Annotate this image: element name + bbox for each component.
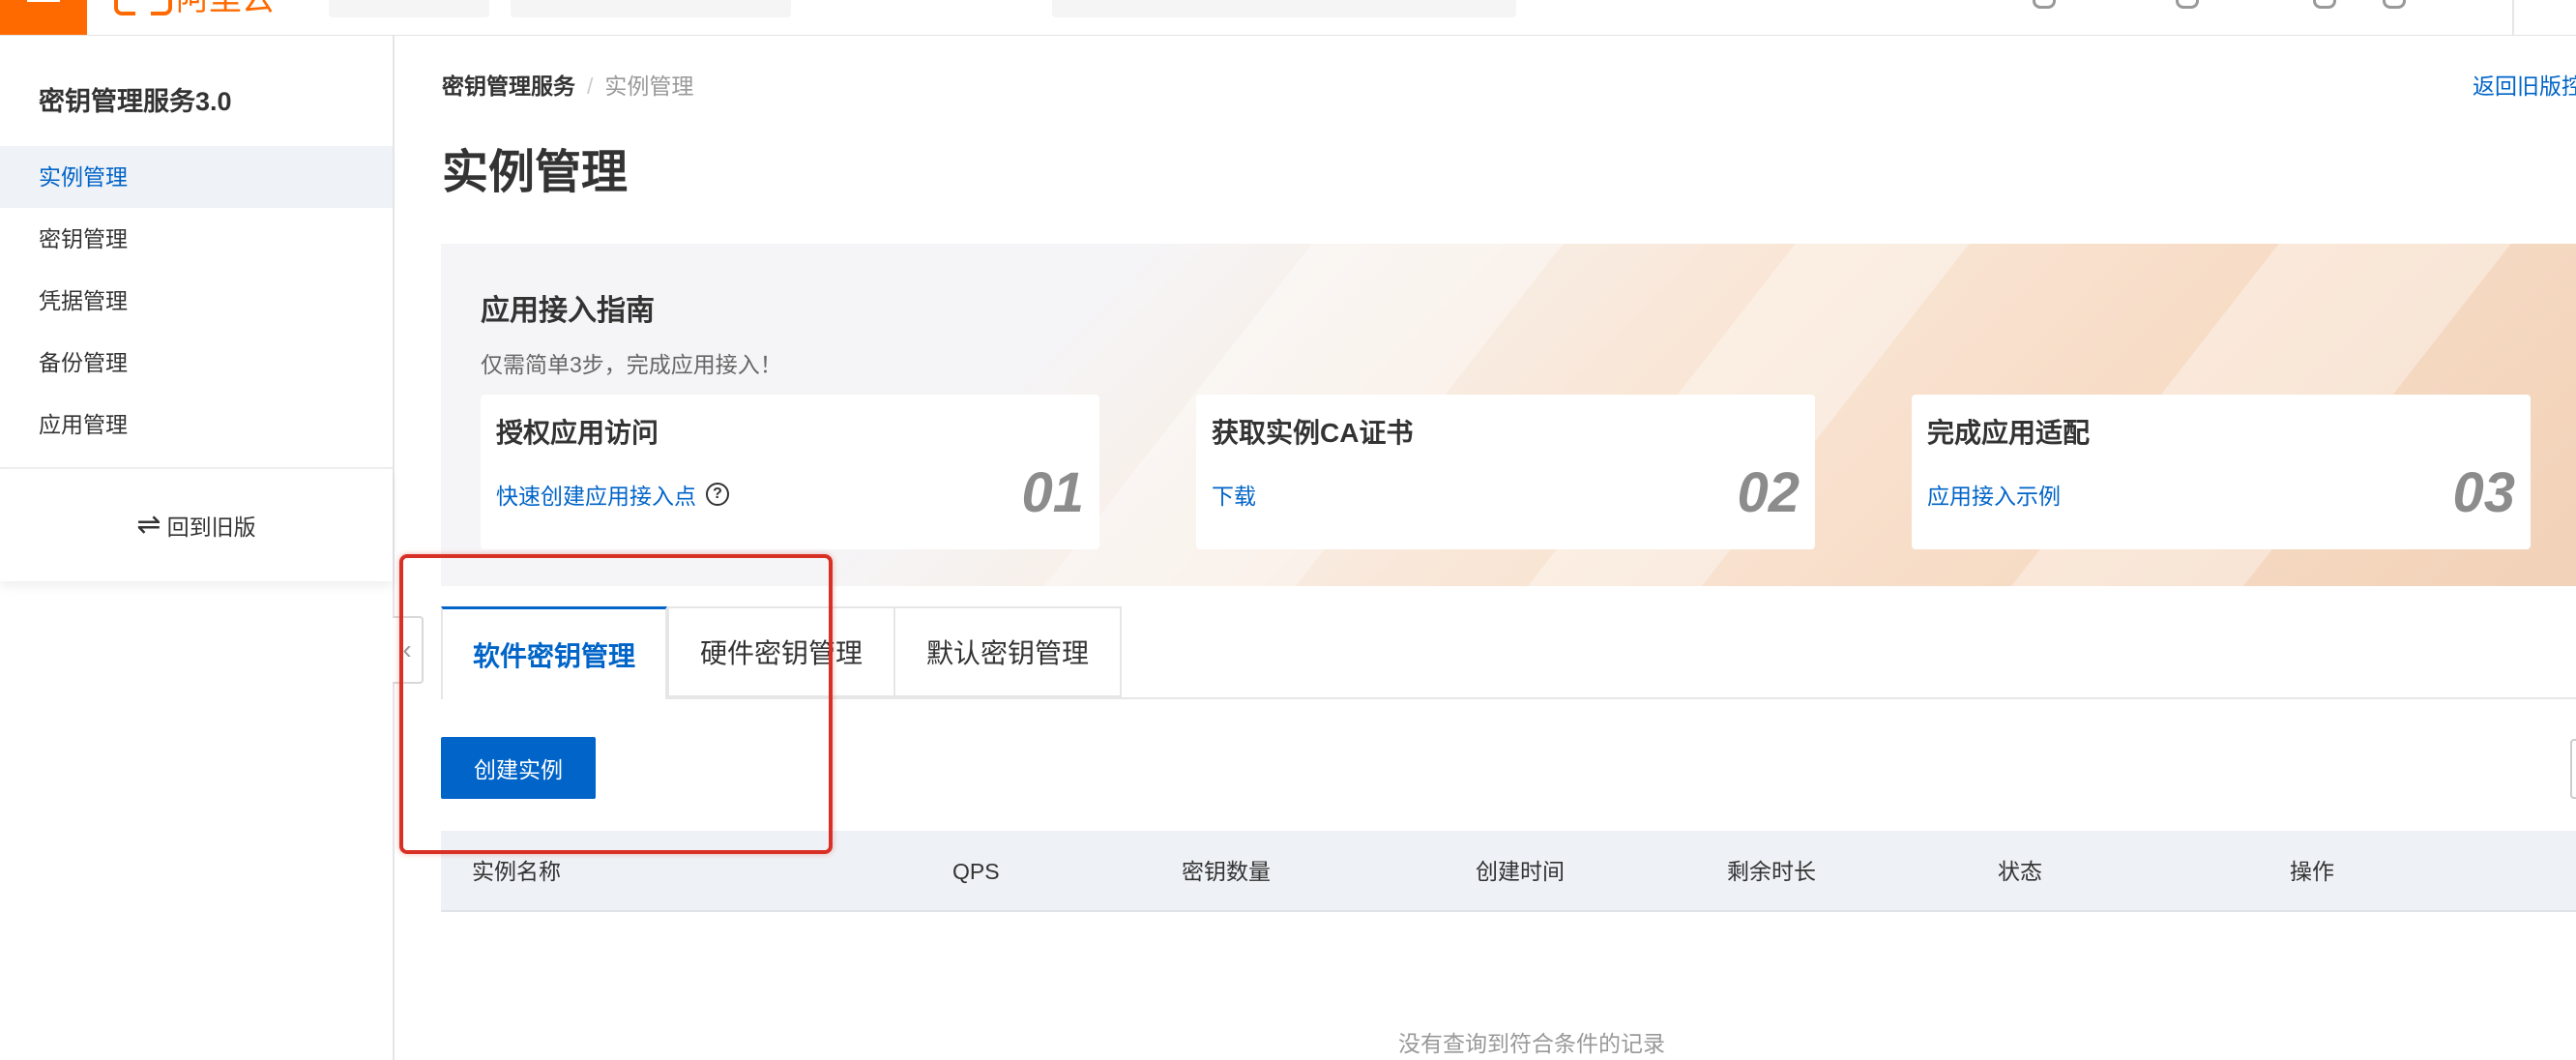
column-header-created: 创建时间 [1476,859,1565,884]
column-header-actions: 操作 [2290,859,2334,884]
step-link-label[interactable]: 下载 [1212,478,1256,511]
sidebar: 密钥管理服务3.0 实例管理 密钥管理 凭据管理 备份管理 应用管理 ⇌ 回到旧… [0,36,395,1060]
guide-step-card: 授权应用访问 快速创建应用接入点 ? 01 [481,395,1099,549]
help-icon[interactable] [2313,0,2336,9]
guide-step-card: 获取实例CA证书 下载 02 [1196,395,1815,549]
logo-text: 阿里云 [176,0,275,15]
breadcrumb-root[interactable]: 密钥管理服务 [442,74,575,99]
create-access-point-link[interactable]: 快速创建应用接入点 ? [496,478,729,511]
column-header-key-count: 密钥数量 [1182,859,1271,884]
column-header-status: 状态 [1998,859,2042,884]
guide-title: 应用接入指南 [481,295,655,327]
resource-group-selector[interactable] [511,0,791,17]
download-ca-link[interactable]: 下载 [1212,478,1256,511]
menu-button[interactable] [0,0,87,35]
sidebar-item-keys[interactable]: 密钥管理 [0,208,393,270]
access-example-link[interactable]: 应用接入示例 [1927,478,2061,511]
guide-step-card: 完成应用适配 应用接入示例 03 [1912,395,2531,549]
tab-default-keys[interactable]: 默认密钥管理 [893,606,1122,697]
topbar-divider [2512,0,2514,35]
step-number: 01 [1021,461,1084,524]
step-title: 完成应用适配 [1927,418,2091,448]
logo-mark-icon [114,0,172,15]
step-title: 获取实例CA证书 [1212,418,1414,448]
breadcrumb-current: 实例管理 [604,74,694,99]
sidebar-item-secrets[interactable]: 凭据管理 [0,270,393,332]
sidebar-item-instances[interactable]: 实例管理 [0,146,393,208]
access-guide-banner: 应用接入指南 仅需简单3步，完成应用接入！ 授权应用访问 快速创建应用接入点 ?… [441,244,2576,586]
back-to-old-version-button[interactable]: ⇌ 回到旧版 [0,467,393,581]
highlight-annotation-box [399,554,833,854]
aliyun-logo[interactable]: 阿里云 [114,0,275,15]
breadcrumb: 密钥管理服务 / 实例管理 [442,68,693,101]
question-circle-icon[interactable]: ? [706,483,729,506]
step-link-label[interactable]: 应用接入示例 [1927,478,2061,511]
sidebar-title: 密钥管理服务3.0 [39,87,232,116]
refresh-button[interactable] [2570,739,2576,799]
page-title: 实例管理 [442,147,629,198]
sidebar-item-applications[interactable]: 应用管理 [0,394,393,456]
step-title: 授权应用访问 [496,418,659,448]
column-header-remaining: 剩余时长 [1727,859,1816,884]
language-icon[interactable] [2383,0,2406,9]
hamburger-icon [27,0,60,2]
step-number: 03 [2452,461,2515,524]
workbench-selector[interactable] [329,0,489,17]
cart-icon[interactable] [2033,0,2056,9]
column-header-qps: QPS [952,859,1000,884]
empty-state-text: 没有查询到符合条件的记录 [1398,1031,1665,1056]
step-number: 02 [1737,461,1800,524]
global-search-input[interactable] [1052,0,1516,17]
back-to-old-console-link[interactable]: 返回旧版控 [2473,68,2576,101]
step-link-label[interactable]: 快速创建应用接入点 [496,478,696,511]
back-to-old-label: 回到旧版 [166,515,256,540]
guide-subtitle: 仅需简单3步，完成应用接入！ [481,352,782,377]
bell-icon[interactable] [2176,0,2199,9]
breadcrumb-separator: / [587,74,594,99]
swap-arrows-icon: ⇌ [136,509,161,541]
top-navigation-bar: 阿里云 [0,0,2576,36]
sidebar-item-backups[interactable]: 备份管理 [0,332,393,394]
